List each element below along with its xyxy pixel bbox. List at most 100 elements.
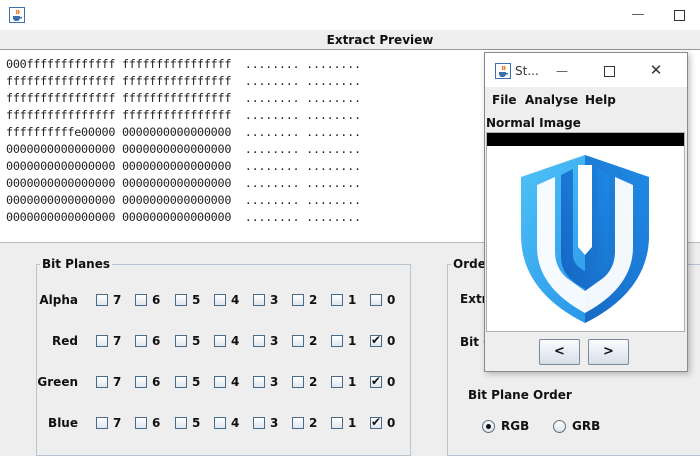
bitplane-checkbox[interactable] [253,376,265,388]
bitplane-checkbox[interactable] [135,417,147,429]
bitplane-checkbox[interactable] [292,335,304,347]
stegsolve-dialog: St... — ✕ File Analyse Help Normal Image [484,52,688,372]
bitplane-row-label: Blue [48,416,78,430]
java-cup-icon [495,63,511,79]
bitplane-checkbox[interactable] [175,335,187,347]
minimize-button[interactable]: — [626,4,650,26]
bitplane-checkbox-label: 4 [231,416,240,430]
bitplane-checkbox[interactable] [175,294,187,306]
bitplane-checkbox-label: 2 [309,293,318,307]
bitplane-checkbox[interactable] [253,335,265,347]
bitplane-checkbox[interactable] [135,294,147,306]
bitplane-checkbox[interactable] [135,335,147,347]
shield-logo-icon [521,155,649,323]
dialog-minimize-button[interactable]: — [551,62,573,80]
image-viewer [486,132,685,332]
extract-preview-title: Extract Preview [326,33,434,47]
bit-plane-order-label: Bit Plane Order [468,388,572,402]
menu-analyse[interactable]: Analyse [525,92,578,108]
bitplane-checkbox-label: 3 [270,293,279,307]
bitplane-checkbox-label: 4 [231,334,240,348]
bitplane-checkbox[interactable] [331,294,343,306]
bitplane-checkbox[interactable] [214,335,226,347]
bitplane-checkbox[interactable] [331,417,343,429]
bitplane-checkbox-label: 1 [348,293,357,307]
preview-line: 0000000000000000 0000000000000000 ......… [6,210,361,224]
dialog-close-button[interactable]: ✕ [645,60,667,80]
bitplane-checkbox-label: 5 [192,416,201,430]
bitplane-checkbox-label: 2 [309,375,318,389]
bit-planes-title: Bit Planes [40,257,113,271]
bitplane-checkbox[interactable] [292,417,304,429]
bitplane-checkbox[interactable] [370,415,382,429]
grb-radio[interactable] [553,420,566,433]
window-titlebar [0,0,700,30]
bitplane-checkbox-label: 0 [387,334,396,348]
bitplane-checkbox-label: 7 [113,334,122,348]
bitplane-checkbox-label: 7 [113,375,122,389]
preview-line: 0000000000000000 0000000000000000 ......… [6,159,361,173]
previous-plane-button[interactable]: < [539,339,580,365]
bitplane-checkbox[interactable] [96,335,108,347]
bitplane-checkbox[interactable] [253,417,265,429]
bitplane-checkbox-label: 6 [152,375,161,389]
bitplane-checkbox-label: 1 [348,375,357,389]
preview-line: ffffffffffffffff ffffffffffffffff ......… [6,108,361,122]
bitplane-checkbox-label: 6 [152,293,161,307]
bitplane-row-label: Green [37,375,78,389]
bitplane-checkbox-label: 3 [270,416,279,430]
bitplane-checkbox[interactable] [96,376,108,388]
preview-line: ffffffffffe00000 0000000000000000 ......… [6,125,361,139]
preview-line: 000fffffffffffff ffffffffffffffff ......… [6,57,361,71]
next-plane-button[interactable]: > [588,339,629,365]
dialog-maximize-button[interactable] [598,62,620,80]
maximize-button[interactable] [668,4,692,26]
bitplane-checkbox[interactable] [96,417,108,429]
bitplane-checkbox-label: 7 [113,416,122,430]
bitplane-checkbox[interactable] [175,376,187,388]
bitplane-checkbox-label: 2 [309,334,318,348]
bitplane-checkbox-label: 0 [387,416,396,430]
bitplane-checkbox[interactable] [331,335,343,347]
bitplane-checkbox[interactable] [135,376,147,388]
bitplane-checkbox-label: 0 [387,375,396,389]
bitplane-checkbox[interactable] [214,417,226,429]
image-mode-label: Normal Image [486,116,581,130]
preview-line: ffffffffffffffff ffffffffffffffff ......… [6,91,361,105]
bitplane-checkbox[interactable] [370,294,382,306]
bitplane-checkbox[interactable] [214,376,226,388]
preview-line: ffffffffffffffff ffffffffffffffff ......… [6,74,361,88]
bitplane-checkbox-label: 3 [270,334,279,348]
rgb-radio[interactable] [482,420,495,433]
grb-radio-label: GRB [572,419,601,433]
bitplane-checkbox-label: 5 [192,334,201,348]
java-cup-icon [9,7,25,23]
preview-line: 0000000000000000 0000000000000000 ......… [6,142,361,156]
bitplane-checkbox-label: 5 [192,293,201,307]
bitplane-checkbox-label: 6 [152,334,161,348]
bitplane-checkbox[interactable] [292,294,304,306]
bitplane-row-label: Red [52,334,78,348]
bitplane-checkbox[interactable] [253,294,265,306]
bitplane-checkbox-label: 1 [348,416,357,430]
bitplane-checkbox[interactable] [292,376,304,388]
bitplane-row-label: Alpha [39,293,78,307]
bitplane-checkbox-label: 1 [348,334,357,348]
bitplane-checkbox[interactable] [175,417,187,429]
bitplane-checkbox[interactable] [214,294,226,306]
bitplane-checkbox-label: 4 [231,293,240,307]
preview-line: 0000000000000000 0000000000000000 ......… [6,176,361,190]
bitplane-checkbox[interactable] [370,374,382,388]
menu-file[interactable]: File [492,92,517,108]
bitplane-checkbox[interactable] [331,376,343,388]
bitplane-checkbox-label: 5 [192,375,201,389]
bitplane-checkbox-label: 4 [231,375,240,389]
menu-help[interactable]: Help [585,92,616,108]
preview-line: 0000000000000000 0000000000000000 ......… [6,193,361,207]
image-top-strip [487,133,684,146]
order-settings-title: Orde [451,257,488,271]
bitplane-checkbox[interactable] [96,294,108,306]
bitplane-checkbox[interactable] [370,333,382,347]
bitplane-checkbox-label: 2 [309,416,318,430]
dialog-menubar: File Analyse Help [485,87,687,113]
